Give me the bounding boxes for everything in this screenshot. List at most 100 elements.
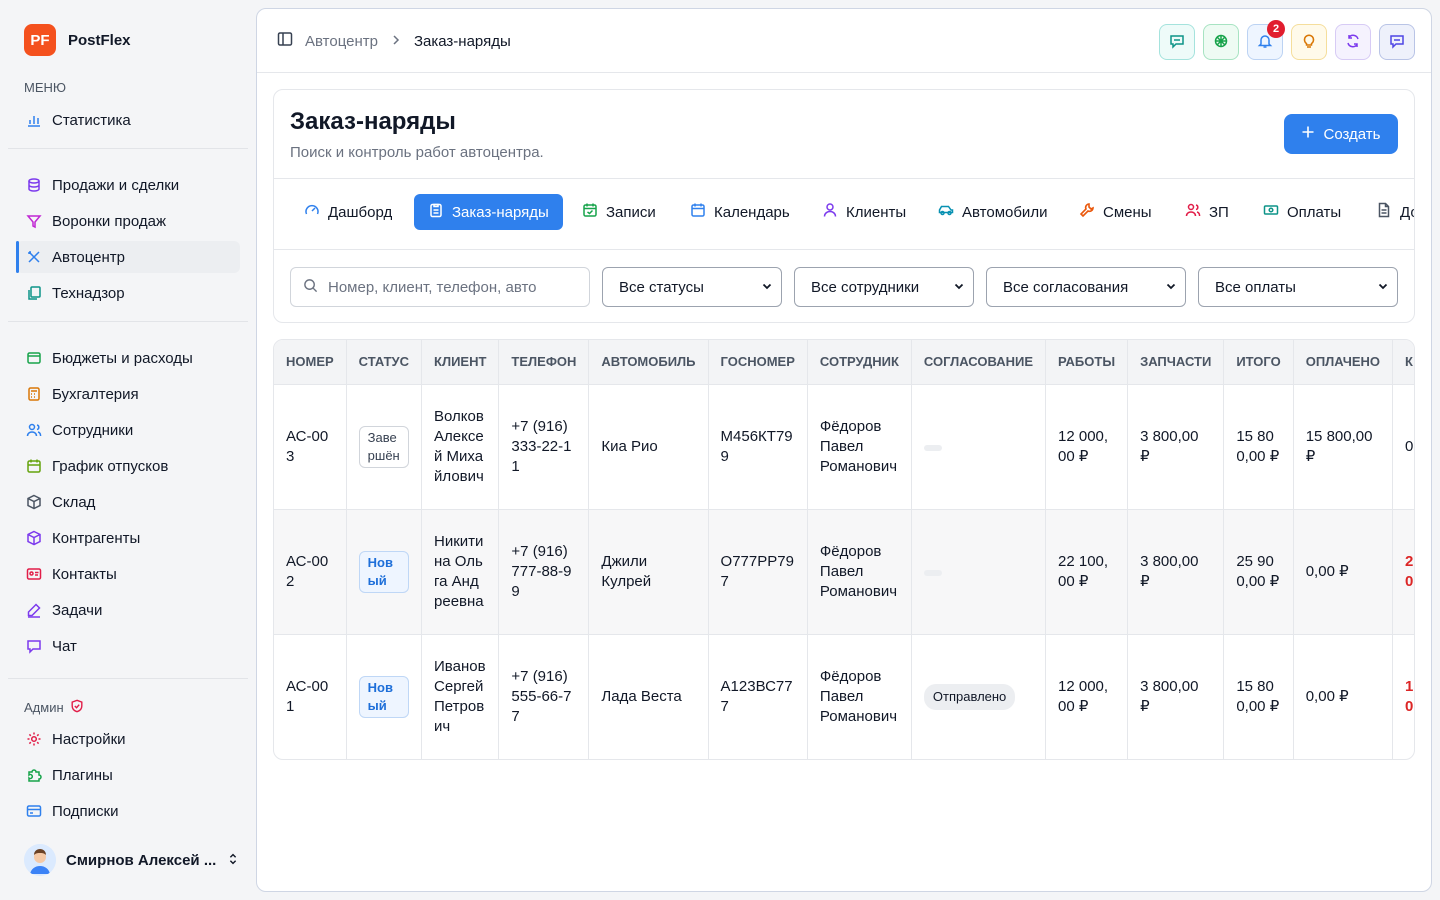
tips-button[interactable] — [1291, 24, 1327, 60]
chevron-down-icon — [953, 279, 965, 296]
breadcrumb-parent[interactable]: Автоцентр — [305, 33, 378, 50]
main-panel: Автоцентр Заказ-наряды 2 Заказ-наряды По… — [256, 8, 1432, 892]
sidebar-item-sales[interactable]: Продажи и сделки — [16, 169, 240, 201]
sidebar-item-tasks[interactable]: Задачи — [16, 594, 240, 626]
tab-label: Докум — [1400, 203, 1414, 221]
box-icon — [26, 494, 42, 510]
gauge-icon — [304, 202, 320, 222]
sidebar-item-plugins[interactable]: Плагины — [16, 759, 240, 791]
sidebar-item-subscriptions[interactable]: Подписки — [16, 795, 240, 827]
total-amount: 15 800,00 ₽ — [1223, 384, 1294, 510]
wrench-icon — [1079, 202, 1095, 222]
create-button[interactable]: Создать — [1284, 114, 1398, 154]
tab-documents[interactable]: Докум — [1362, 194, 1414, 230]
approval-filter-select[interactable]: Все согласования — [986, 267, 1186, 307]
order-number[interactable]: АС-002 — [274, 509, 347, 635]
column-header[interactable]: ИТОГО — [1223, 340, 1294, 385]
column-header[interactable]: СОГЛАСОВАНИЕ — [911, 340, 1047, 385]
sidebar-item-settings[interactable]: Настройки — [16, 723, 240, 755]
tab-label: Записи — [606, 203, 656, 221]
sidebar-item-budgets[interactable]: Бюджеты и расходы — [16, 342, 240, 374]
sidebar-item-warehouse[interactable]: Склад — [16, 486, 240, 518]
column-header[interactable]: К ОП — [1392, 340, 1414, 385]
tab-shifts[interactable]: Смены — [1065, 194, 1166, 230]
notifications-button[interactable]: 2 — [1247, 20, 1285, 60]
status-cell: Новый — [346, 509, 423, 635]
tab-payments[interactable]: Оплаты — [1249, 194, 1355, 230]
paid-amount: 15 800,00 ₽ — [1293, 384, 1394, 510]
order-number[interactable]: АС-001 — [274, 634, 347, 759]
search-input[interactable] — [328, 278, 568, 296]
sidebar-item-accounting[interactable]: Бухгалтерия — [16, 378, 240, 410]
approval-empty-indicator — [923, 444, 942, 451]
parts-amount: 3 800,00 ₽ — [1127, 634, 1225, 759]
car-model: Лада Веста — [588, 634, 709, 759]
calendar-icon — [26, 458, 42, 474]
approval-badge: Отправлено — [923, 683, 1016, 710]
status-badge: Завершён — [358, 425, 410, 468]
column-header[interactable]: ГОСНОМЕР — [708, 340, 808, 385]
column-header[interactable]: РАБОТЫ — [1045, 340, 1129, 385]
package-icon — [26, 530, 42, 546]
sidebar-item-label: Контрагенты — [52, 529, 141, 547]
brand[interactable]: PF PostFlex — [24, 24, 131, 56]
sidebar-item-statistics[interactable]: Статистика — [16, 104, 240, 136]
employee-filter-select[interactable]: Все сотрудники — [794, 267, 974, 307]
clipboard-icon — [428, 202, 444, 222]
wallet-icon — [26, 350, 42, 366]
tab-clients[interactable]: Клиенты — [808, 194, 920, 230]
table-row[interactable]: АС-003 Завершён Волков Алексей Михайлови… — [274, 384, 1414, 510]
parts-amount: 3 800,00 ₽ — [1127, 509, 1225, 635]
funnel-icon — [26, 213, 42, 229]
sidebar-item-employees[interactable]: Сотрудники — [16, 414, 240, 446]
chevrons-up-down-icon — [226, 852, 240, 869]
car-model: Киа Рио — [588, 384, 709, 510]
sidebar-item-label: Чат — [52, 637, 77, 655]
messages-button[interactable] — [1379, 24, 1415, 60]
tab-vehicles[interactable]: Автомобили — [924, 194, 1061, 230]
support-chat-button[interactable] — [1159, 24, 1195, 60]
payment-filter-select[interactable]: Все оплаты — [1198, 267, 1398, 307]
approval-empty-indicator — [923, 569, 942, 576]
user-menu[interactable]: Смирнов Алексей ... — [24, 844, 240, 876]
sidebar-item-vacations[interactable]: График отпусков — [16, 450, 240, 482]
column-header[interactable]: АВТОМОБИЛЬ — [588, 340, 709, 385]
sidebar-item-label: Технадзор — [52, 284, 125, 302]
table-row[interactable]: АС-001 Новый Иванов Сергей Петрович +7 (… — [274, 634, 1414, 759]
tab-dashboard[interactable]: Дашборд — [290, 194, 406, 230]
status-filter-select[interactable]: Все статусы — [602, 267, 782, 307]
column-header[interactable]: ТЕЛЕФОН — [498, 340, 590, 385]
search-field[interactable] — [290, 267, 590, 307]
refresh-button[interactable] — [1335, 24, 1371, 60]
sidebar-item-counterparties[interactable]: Контрагенты — [16, 522, 240, 554]
tab-payroll[interactable]: ЗП — [1171, 194, 1243, 230]
ai-assistant-button[interactable] — [1203, 24, 1239, 60]
column-header[interactable]: КЛИЕНТ — [421, 340, 500, 385]
user-icon — [822, 202, 838, 222]
sidebar-item-funnels[interactable]: Воронки продаж — [16, 205, 240, 237]
sidebar-item-chat[interactable]: Чат — [16, 630, 240, 662]
table-row[interactable]: АС-002 Новый Никитина Ольга Андреевна +7… — [274, 509, 1414, 635]
order-number[interactable]: АС-003 — [274, 384, 347, 510]
tab-calendar[interactable]: Календарь — [676, 194, 804, 230]
admin-label: Админ — [24, 700, 64, 715]
column-header[interactable]: ОПЛАЧЕНО — [1293, 340, 1394, 385]
sidebar-item-autocenter[interactable]: Автоцентр — [16, 241, 240, 273]
client-phone: +7 (916) 555-66-77 — [498, 634, 590, 759]
sidebar-item-label: Статистика — [52, 111, 131, 129]
tab-work-orders[interactable]: Заказ-наряды — [414, 194, 563, 230]
sidebar-item-contacts[interactable]: Контакты — [16, 558, 240, 590]
top-actions: 2 — [1159, 20, 1415, 60]
tab-appointments[interactable]: Записи — [568, 194, 670, 230]
column-header[interactable]: СОТРУДНИК — [807, 340, 912, 385]
sidebar-toggle-icon[interactable] — [277, 31, 293, 51]
tab-label: Оплаты — [1287, 203, 1342, 221]
column-header[interactable]: СТАТУС — [346, 340, 423, 385]
column-header[interactable]: ЗАПЧАСТИ — [1127, 340, 1225, 385]
sidebar-item-label: Бухгалтерия — [52, 385, 139, 403]
sidebar-item-label: График отпусков — [52, 457, 169, 475]
sidebar-item-label: Контакты — [52, 565, 117, 583]
payment-filter-value: Все оплаты — [1215, 278, 1296, 296]
sidebar-item-tech-supervision[interactable]: Технадзор — [16, 277, 240, 309]
column-header[interactable]: НОМЕР — [274, 340, 347, 385]
